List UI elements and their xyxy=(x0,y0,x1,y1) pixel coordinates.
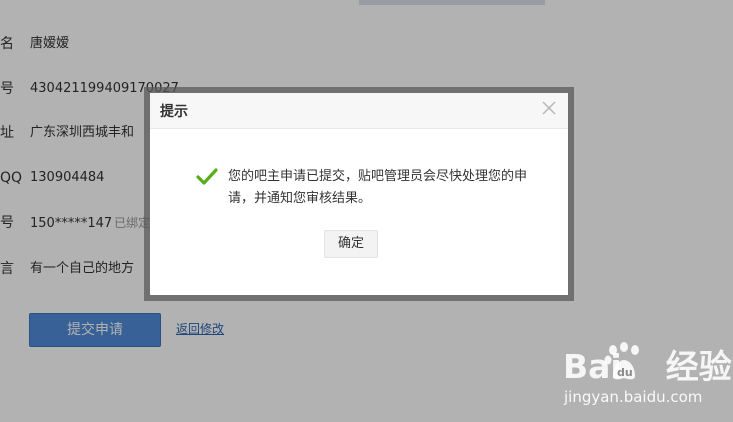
watermark-url: jingyan.baidu.com xyxy=(564,388,703,406)
baidu-jingyan-watermark-logo: Bai 经验 xyxy=(563,347,732,386)
paw-icon: du xyxy=(603,342,645,382)
check-icon xyxy=(196,168,218,186)
svg-text:du: du xyxy=(617,366,633,379)
notice-dialog: 提示 您的吧主申请已提交，贴吧管理员会尽快处理您的申请，并通知您审核结果。 确定 xyxy=(150,93,568,295)
close-icon[interactable] xyxy=(540,99,558,117)
dialog-message: 您的吧主申请已提交，贴吧管理员会尽快处理您的申请，并通知您审核结果。 xyxy=(228,169,528,206)
confirm-button[interactable]: 确定 xyxy=(324,230,378,258)
dialog-header: 提示 xyxy=(150,93,568,129)
dialog-title: 提示 xyxy=(160,104,188,120)
